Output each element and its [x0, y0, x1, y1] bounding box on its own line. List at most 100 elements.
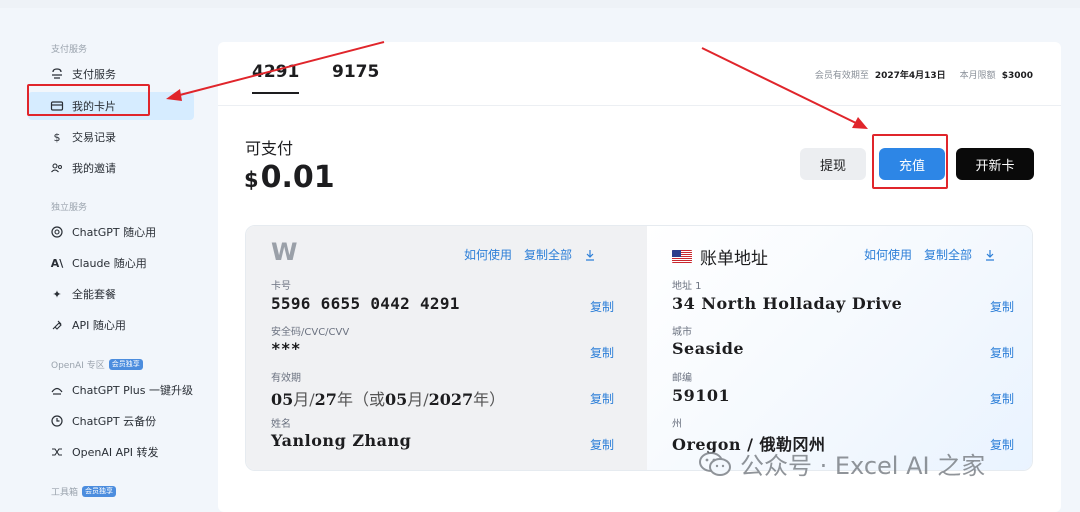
tab-card-9175[interactable]: 9175 [332, 62, 379, 92]
download-icon[interactable] [984, 249, 996, 261]
sidebar-item-label: OpenAI API 转发 [72, 446, 159, 459]
clock-icon [50, 414, 64, 428]
sidebar-item-my-cards[interactable]: 我的卡片 [28, 92, 194, 120]
sidebar-item-chatgpt[interactable]: ChatGPT 随心用 [28, 218, 194, 246]
withdraw-button[interactable]: 提现 [800, 148, 866, 180]
sidebar-item-label: ChatGPT Plus 一键升级 [72, 384, 193, 397]
expiry-value: 05月/27年（或05月/2027年） [271, 386, 505, 410]
copy-name-button[interactable]: 复制 [590, 436, 614, 453]
wechat-icon [698, 450, 732, 478]
city-value: Seaside [672, 339, 745, 358]
exp-unit: 年（或 [336, 390, 385, 409]
cvv-value: *** [271, 339, 301, 358]
currency-symbol: $ [244, 168, 259, 192]
card-info-section: W 如何使用 复制全部 卡号 5596 6655 0442 4291 复制 安全… [246, 226, 647, 470]
card-detail-panel: 4291 9175 会员有效期至 2027年4月13日 本月限额 $3000 可… [218, 42, 1061, 512]
copy-address-button[interactable]: 复制 [990, 298, 1014, 315]
card-icon [50, 99, 64, 113]
upgrade-icon [50, 383, 64, 397]
exp-unit: 月/ [293, 390, 315, 409]
copy-all-link[interactable]: 复制全部 [924, 246, 972, 263]
copy-expiry-button[interactable]: 复制 [590, 390, 614, 407]
card-number-value: 5596 6655 0442 4291 [271, 294, 460, 313]
sidebar-item-chatgpt-plus[interactable]: ChatGPT Plus 一键升级 [28, 376, 194, 404]
how-to-use-link[interactable]: 如何使用 [464, 246, 512, 263]
sidebar-item-api-forward[interactable]: OpenAI API 转发 [28, 438, 194, 466]
new-card-button[interactable]: 开新卡 [956, 148, 1034, 180]
sidebar-item-cloud-backup[interactable]: ChatGPT 云备份 [28, 407, 194, 435]
tab-card-4291[interactable]: 4291 [252, 62, 300, 94]
address-value: 34 North Holladay Drive [672, 294, 903, 313]
balance-label: 可支付 [245, 139, 294, 158]
sidebar-item-label: 我的邀请 [72, 162, 116, 175]
sidebar-item-claude[interactable]: A\ Claude 随心用 [28, 249, 194, 277]
openai-icon [50, 225, 64, 239]
sparkle-icon: ✦ [52, 287, 62, 301]
section-title-payment: 支付服务 [51, 45, 88, 55]
exp-year: 2027 [428, 390, 474, 409]
payment-icon [50, 67, 64, 81]
section-title-independent: 独立服务 [51, 203, 88, 213]
expiry-value: 2027年4月13日 [874, 71, 946, 81]
sidebar-item-label: Claude 随心用 [72, 257, 147, 270]
sidebar-item-label: API 随心用 [72, 319, 126, 332]
exp-month: 05 [271, 390, 294, 409]
topup-button[interactable]: 充值 [879, 148, 945, 180]
cvv-label: 安全码/CVC/CVV [271, 327, 350, 338]
limit-label: 本月限额 [959, 71, 996, 81]
us-flag-icon [672, 250, 692, 263]
sidebar-item-label: 支付服务 [72, 68, 116, 81]
sidebar: 支付服务 支付服务 我的卡片 $ 交易记录 我的邀请 独立服务 ChatGPT … [0, 8, 210, 504]
zip-value: 59101 [672, 386, 731, 405]
billing-title-text: 账单地址 [700, 249, 768, 269]
shuffle-icon [50, 445, 64, 459]
users-icon [50, 161, 64, 175]
member-badge: 会员独享 [108, 359, 143, 370]
copy-card-number-button[interactable]: 复制 [590, 298, 614, 315]
anthropic-icon: A\ [50, 256, 64, 270]
city-label: 城市 [672, 327, 692, 338]
limit-value: $3000 [1001, 71, 1033, 81]
sidebar-item-invitations[interactable]: 我的邀请 [28, 154, 194, 182]
card-brand-logo: W [271, 238, 298, 266]
sidebar-item-label: ChatGPT 随心用 [72, 226, 157, 239]
billing-title: 账单地址 [672, 244, 768, 269]
copy-state-button[interactable]: 复制 [990, 436, 1014, 453]
sidebar-item-api[interactable]: API 随心用 [28, 311, 194, 339]
card-actions: 如何使用 复制全部 [464, 246, 596, 263]
section-title-openai: OpenAI 专区 会员独享 [51, 358, 143, 371]
sidebar-item-transactions[interactable]: $ 交易记录 [28, 123, 194, 151]
state-label: 州 [672, 419, 682, 430]
top-strip [0, 0, 1080, 8]
sidebar-item-label: 我的卡片 [72, 100, 116, 113]
watermark: 公众号 · Excel AI 之家 [698, 446, 985, 481]
sidebar-item-all-in-one[interactable]: ✦ 全能套餐 [28, 280, 194, 308]
card-number-label: 卡号 [271, 281, 291, 292]
dollar-icon: $ [53, 130, 61, 144]
billing-actions: 如何使用 复制全部 [864, 246, 996, 263]
zip-label: 邮编 [672, 373, 692, 384]
balance-value: 0.01 [260, 160, 335, 195]
exp-day: 27 [314, 390, 337, 409]
copy-cvv-button[interactable]: 复制 [590, 344, 614, 361]
copy-city-button[interactable]: 复制 [990, 344, 1014, 361]
membership-meta: 会员有效期至 2027年4月13日 本月限额 $3000 [815, 68, 1033, 81]
cardholder-value: Yanlong Zhang [271, 431, 412, 450]
sidebar-item-label: 全能套餐 [72, 288, 116, 301]
watermark-text: 公众号 · Excel AI 之家 [740, 452, 986, 480]
sidebar-item-payment-service[interactable]: 支付服务 [28, 60, 194, 88]
balance-amount: $ 0.01 [244, 160, 335, 195]
sidebar-item-label: ChatGPT 云备份 [72, 415, 157, 428]
member-badge: 会员独享 [82, 486, 117, 497]
exp-unit: 年） [473, 390, 506, 409]
copy-zip-button[interactable]: 复制 [990, 390, 1014, 407]
expiry-label: 有效期 [271, 373, 301, 384]
copy-all-link[interactable]: 复制全部 [524, 246, 572, 263]
download-icon[interactable] [584, 249, 596, 261]
card-info-panel: W 如何使用 复制全部 卡号 5596 6655 0442 4291 复制 安全… [245, 225, 1033, 471]
plug-icon [50, 318, 64, 332]
address-label: 地址 1 [672, 281, 702, 292]
how-to-use-link[interactable]: 如何使用 [864, 246, 912, 263]
section-title-toolbox: 工具箱 会员独享 [51, 485, 117, 498]
expiry-label: 会员有效期至 [814, 71, 869, 81]
